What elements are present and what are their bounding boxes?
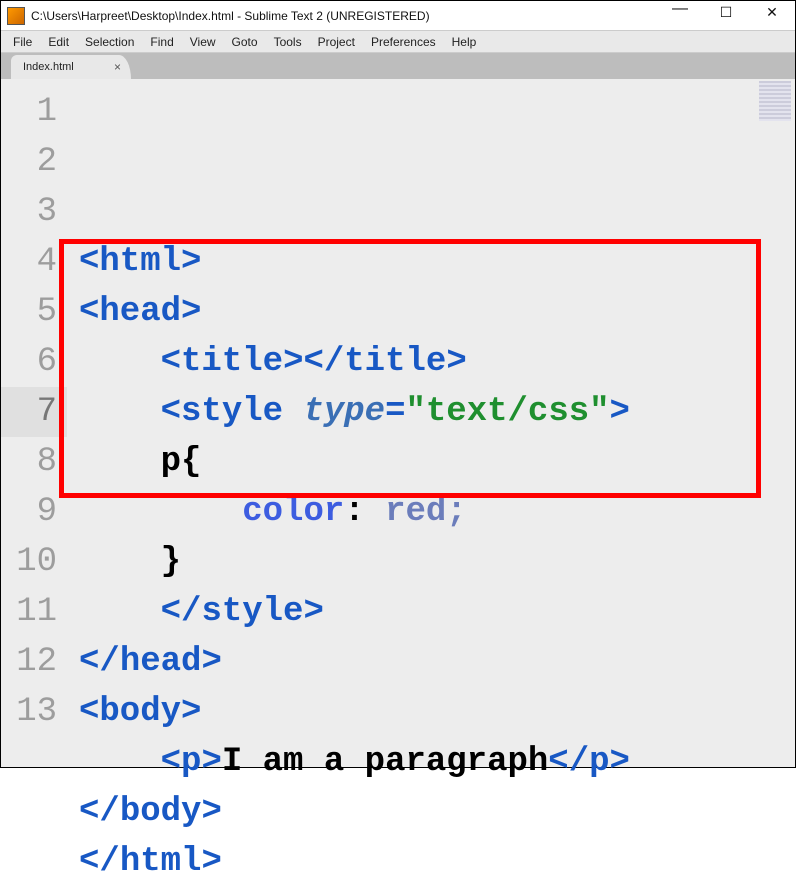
code-line[interactable]: <p>I am a paragraph</p> — [67, 737, 795, 787]
line-number: 12 — [1, 637, 67, 687]
line-number: 10 — [1, 537, 67, 587]
menubar: FileEditSelectionFindViewGotoToolsProjec… — [1, 31, 795, 53]
tab-label: Index.html — [23, 61, 74, 73]
window-titlebar[interactable]: C:\Users\Harpreet\Desktop\Index.html - S… — [1, 1, 795, 31]
line-number: 2 — [1, 137, 67, 187]
menu-item-goto[interactable]: Goto — [224, 33, 266, 51]
menu-item-view[interactable]: View — [182, 33, 224, 51]
code-line[interactable]: <head> — [67, 287, 795, 337]
code-line[interactable]: <title></title> — [67, 337, 795, 387]
minimap[interactable] — [759, 81, 791, 121]
line-number: 9 — [1, 487, 67, 537]
line-number: 5 — [1, 287, 67, 337]
code-area[interactable]: <html><head> <title></title> <style type… — [67, 79, 795, 767]
code-line[interactable]: <style type="text/css"> — [67, 387, 795, 437]
menu-item-project[interactable]: Project — [310, 33, 363, 51]
menu-item-edit[interactable]: Edit — [40, 33, 77, 51]
code-line[interactable]: </body> — [67, 787, 795, 837]
code-line[interactable]: </html> — [67, 837, 795, 887]
tab-index-html[interactable]: Index.html × — [11, 55, 131, 79]
line-number: 7 — [1, 387, 67, 437]
tabbar: Index.html × — [1, 53, 795, 79]
code-line[interactable]: </head> — [67, 637, 795, 687]
menu-item-file[interactable]: File — [5, 33, 40, 51]
window-controls: — ☐ ✕ — [657, 1, 795, 30]
line-number: 1 — [1, 87, 67, 137]
code-line[interactable]: </style> — [67, 587, 795, 637]
app-icon — [7, 7, 25, 25]
editor[interactable]: 12345678910111213 <html><head> <title></… — [1, 79, 795, 767]
line-number: 11 — [1, 587, 67, 637]
menu-item-tools[interactable]: Tools — [266, 33, 310, 51]
window-title: C:\Users\Harpreet\Desktop\Index.html - S… — [31, 9, 657, 23]
tab-close-icon[interactable]: × — [114, 60, 121, 74]
gutter: 12345678910111213 — [1, 79, 67, 767]
menu-item-preferences[interactable]: Preferences — [363, 33, 444, 51]
line-number: 4 — [1, 237, 67, 287]
menu-item-help[interactable]: Help — [444, 33, 485, 51]
menu-item-selection[interactable]: Selection — [77, 33, 142, 51]
code-line[interactable]: p{ — [67, 437, 795, 487]
maximize-button[interactable]: ☐ — [703, 1, 749, 23]
menu-item-find[interactable]: Find — [142, 33, 181, 51]
line-number: 3 — [1, 187, 67, 237]
line-number: 13 — [1, 687, 67, 737]
minimize-button[interactable]: — — [657, 1, 703, 23]
close-button[interactable]: ✕ — [749, 1, 795, 23]
code-line[interactable]: <body> — [67, 687, 795, 737]
code-line[interactable]: <html> — [67, 237, 795, 287]
code-line[interactable]: } — [67, 537, 795, 587]
line-number: 6 — [1, 337, 67, 387]
line-number: 8 — [1, 437, 67, 487]
code-line[interactable]: color: red; — [67, 487, 795, 537]
